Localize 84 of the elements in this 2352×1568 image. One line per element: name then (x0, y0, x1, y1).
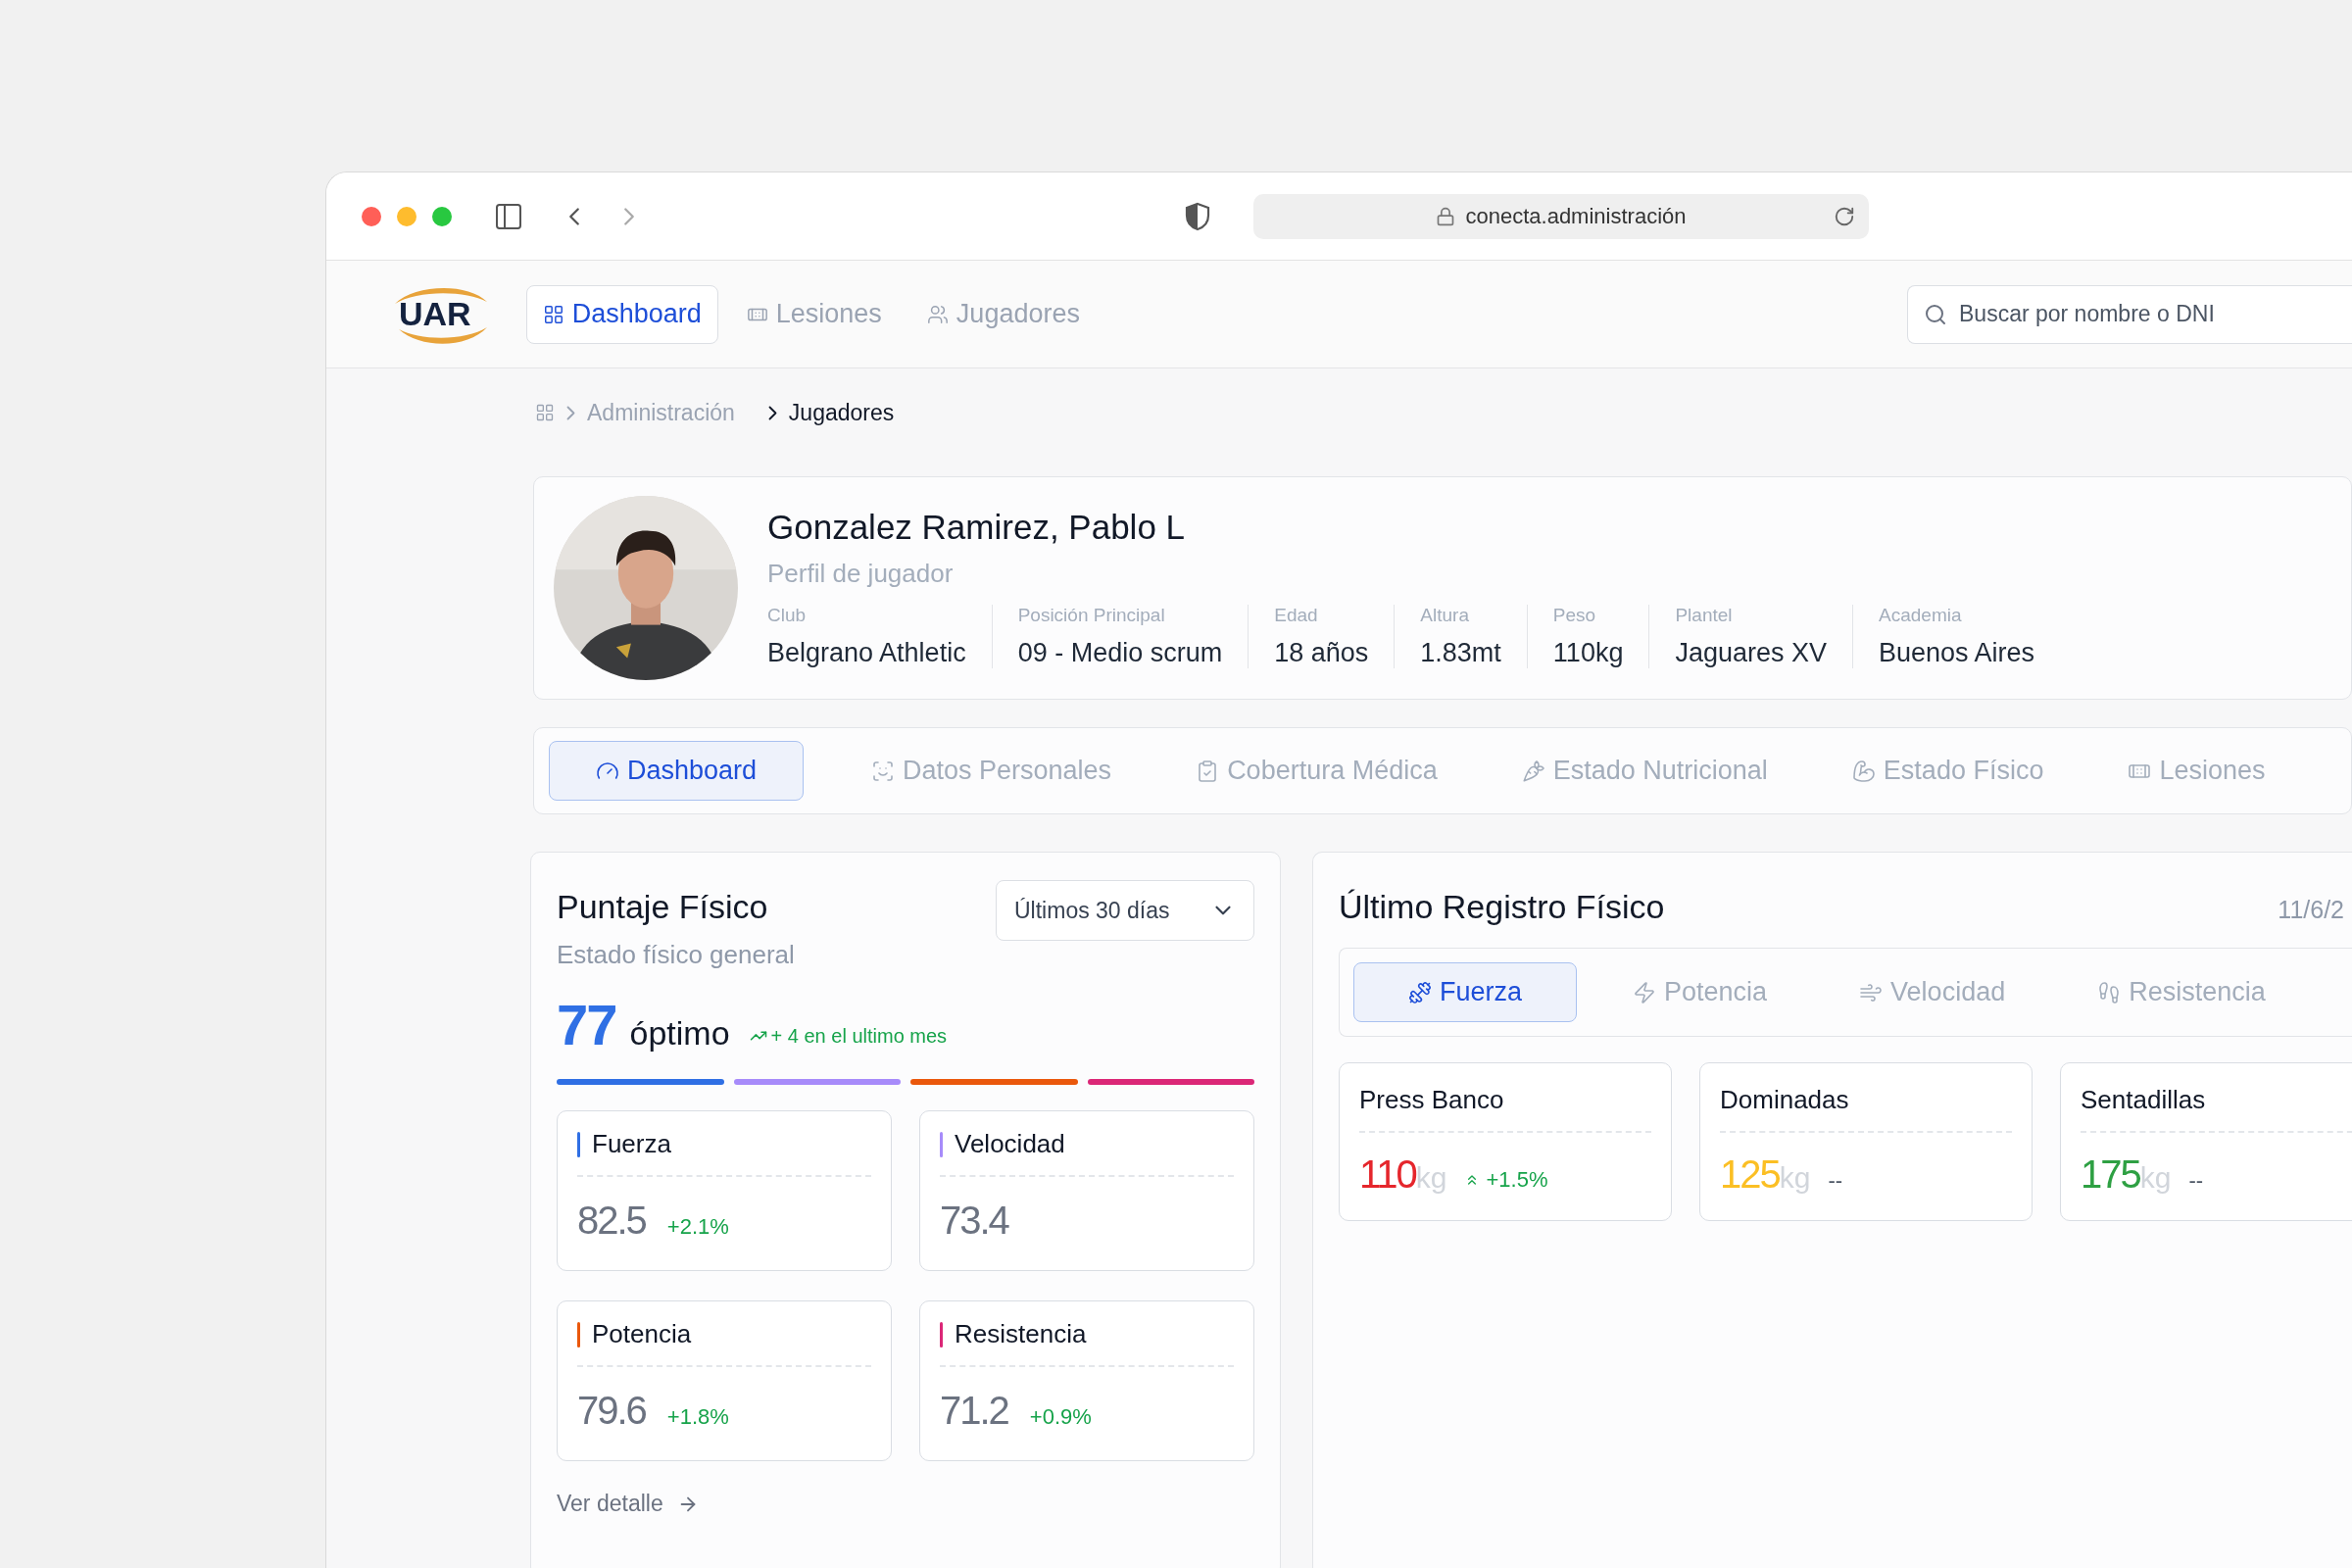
minimize-window-button[interactable] (397, 206, 416, 226)
details-link[interactable]: Ver detalle (557, 1491, 699, 1517)
score-rating: óptimo (629, 1014, 730, 1053)
breadcrumb-link[interactable]: Jugadores (788, 399, 895, 426)
exercise-value: 175 (2081, 1152, 2140, 1197)
unit-label: kg (2139, 1161, 2172, 1195)
field-label: Altura (1420, 605, 1470, 626)
chevron-icon (566, 405, 575, 420)
exercise-name: Sentadillas (2081, 1085, 2352, 1133)
metric-value: 71.2 (940, 1389, 1008, 1433)
metric-change: +2.1% (666, 1214, 729, 1240)
breadcrumb-link[interactable]: Administración (587, 399, 735, 426)
field-value: 09 - Medio scrum (1017, 638, 1223, 668)
url-text: conecta.administración (1465, 203, 1687, 229)
grid-icon (542, 303, 564, 325)
tab[interactable]: Potencia (1624, 962, 1777, 1022)
trend-label: + 4 en el ultimo mes (770, 1024, 948, 1048)
exercise-name: Press Banco (1359, 1085, 1651, 1133)
metric-name: Potencia (592, 1319, 692, 1349)
profile-subtitle: Perfil de jugador (767, 559, 955, 589)
record-date: 11/6/2 (2278, 896, 2344, 924)
tab[interactable]: Dashboard (549, 741, 804, 801)
nav-tab[interactable]: Dashboard (525, 284, 718, 344)
field-label: Club (767, 605, 808, 626)
metric-change: +1.8% (666, 1404, 729, 1430)
chevron-icon (767, 405, 777, 420)
reload-icon[interactable] (1834, 205, 1855, 227)
grid-icon[interactable] (535, 403, 555, 422)
field-value: Belgrano Athletic (767, 638, 966, 668)
change-text: -- (2188, 1168, 2204, 1194)
search-bar[interactable]: Buscar por nombre o DNI (1907, 284, 2352, 344)
address-bar[interactable]: conecta.administración (1253, 193, 1869, 239)
card-title: Puntaje Físico (557, 888, 769, 926)
metric-name: Fuerza (592, 1129, 671, 1159)
carrot-icon (1521, 759, 1545, 783)
tab[interactable]: Lesiones (2099, 741, 2294, 801)
score-value: 77 (557, 992, 616, 1057)
player-name: Gonzalez Ramirez, Pablo L (767, 508, 1187, 547)
period-dropdown[interactable]: Últimos 30 días (996, 880, 1254, 941)
face-scan-icon (871, 759, 895, 783)
search-field[interactable]: Buscar por nombre o DNI (1957, 300, 2352, 328)
field-label: Posición Principal (1017, 605, 1166, 626)
field-value: Jaguares XV (1675, 638, 1827, 668)
nav-tab[interactable]: Jugadores (909, 284, 1097, 344)
dumbbell-icon (1407, 980, 1432, 1004)
field-value: 110kg (1552, 638, 1624, 668)
field-label: Academia (1879, 605, 1963, 626)
change-text: +1.5% (1486, 1167, 1548, 1193)
users-icon (926, 303, 949, 325)
tab[interactable]: Fuerza (1353, 962, 1577, 1022)
field-value: 18 años (1274, 638, 1369, 668)
tab[interactable]: Resistencia (2088, 962, 2275, 1022)
field-label: Plantel (1675, 605, 1734, 626)
field-label: Edad (1274, 605, 1319, 626)
lock-icon (1436, 206, 1456, 226)
tab[interactable]: Velocidad (1850, 962, 2015, 1022)
metric-name: Resistencia (955, 1319, 1087, 1349)
tab[interactable]: Cobertura Médica (1167, 741, 1466, 801)
close-window-button[interactable] (362, 206, 381, 226)
metric-value: 79.6 (577, 1389, 646, 1433)
tab[interactable]: Estado Nutricional (1493, 741, 1796, 801)
exercise-name: Dominadas (1720, 1085, 2012, 1133)
field-value: Buenos Aires (1879, 638, 2035, 668)
exercise-value: 110 (1359, 1152, 1416, 1197)
card-subtitle: Estado físico general (557, 940, 795, 970)
maximize-window-button[interactable] (432, 206, 452, 226)
lightning-icon (1633, 980, 1656, 1004)
footprints-icon (2097, 980, 2122, 1004)
change-text: -- (1828, 1168, 1843, 1194)
metric-change: +0.9% (1029, 1404, 1092, 1430)
card-title: Último Registro Físico (1339, 888, 1665, 926)
tab[interactable]: Datos Personales (843, 741, 1141, 801)
metric-value: 73.4 (940, 1199, 1008, 1243)
shield-icon[interactable] (1185, 201, 1210, 231)
tab[interactable]: Estado Físico (1823, 741, 2073, 801)
biceps-icon (1851, 759, 1876, 783)
metric-value: 82.5 (577, 1199, 646, 1243)
field-label: Peso (1552, 605, 1597, 626)
search-icon (1924, 302, 1947, 326)
metric-name: Velocidad (955, 1129, 1065, 1159)
field-value: 1.83mt (1420, 638, 1501, 668)
nav-tab[interactable]: Lesiones (729, 284, 899, 344)
exercise-value: 125 (1720, 1152, 1780, 1197)
logo-text: UAR (399, 295, 471, 333)
